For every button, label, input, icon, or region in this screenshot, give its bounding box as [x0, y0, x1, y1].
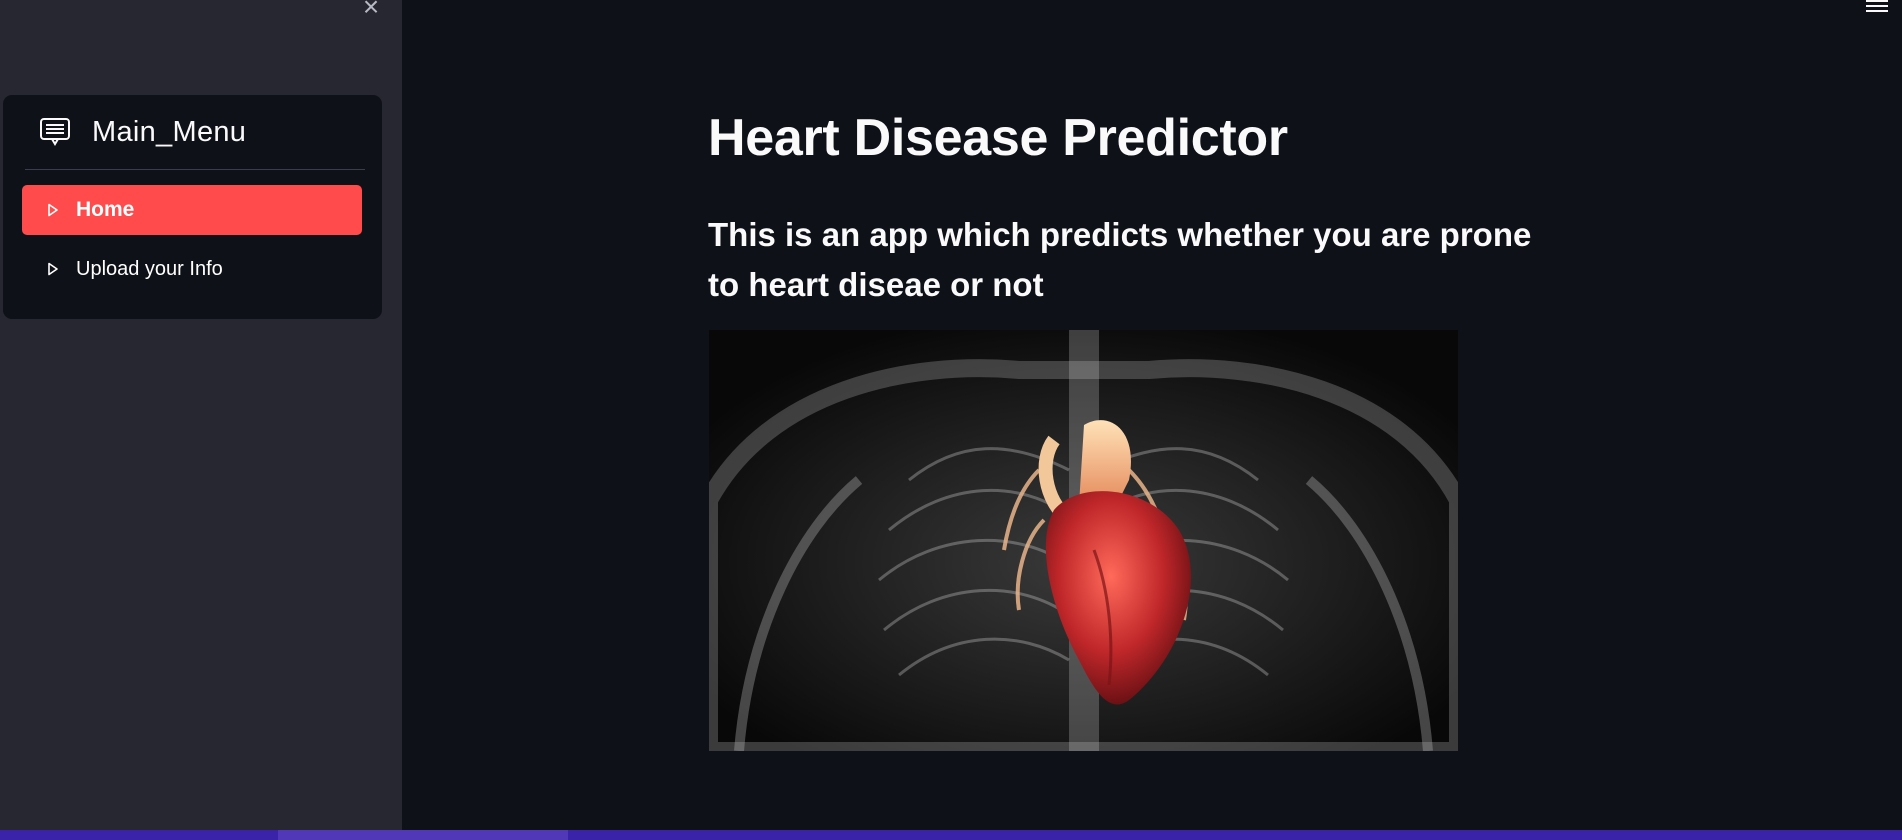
- hamburger-icon: [1866, 0, 1888, 12]
- page-subtitle: This is an app which predicts whether yo…: [708, 216, 1532, 303]
- menu-title: Main_Menu: [92, 115, 247, 148]
- caret-right-icon: [48, 203, 58, 217]
- sidebar: × Main_Menu Home Upload your Info: [0, 0, 402, 830]
- close-icon: ×: [362, 0, 380, 22]
- bottom-status-bar: [0, 830, 1902, 840]
- menu-item-upload-info[interactable]: Upload your Info: [22, 244, 362, 294]
- app-window: × Main_Menu Home Upload your Info Heart …: [0, 0, 1902, 840]
- menu-list-icon: [40, 118, 70, 146]
- menu-header: Main_Menu: [25, 95, 365, 170]
- menu-item-label: Home: [76, 198, 135, 221]
- menu-item-label: Upload your Info: [76, 257, 223, 280]
- close-sidebar-button[interactable]: ×: [356, 0, 386, 22]
- main-menu: Main_Menu Home Upload your Info: [3, 95, 382, 319]
- menu-item-home[interactable]: Home: [22, 185, 362, 235]
- caret-right-icon: [48, 262, 58, 276]
- main-menu-button[interactable]: [1866, 0, 1888, 16]
- heart-anatomy-image: [709, 330, 1458, 751]
- page-title: Heart Disease Predictor: [708, 109, 1288, 167]
